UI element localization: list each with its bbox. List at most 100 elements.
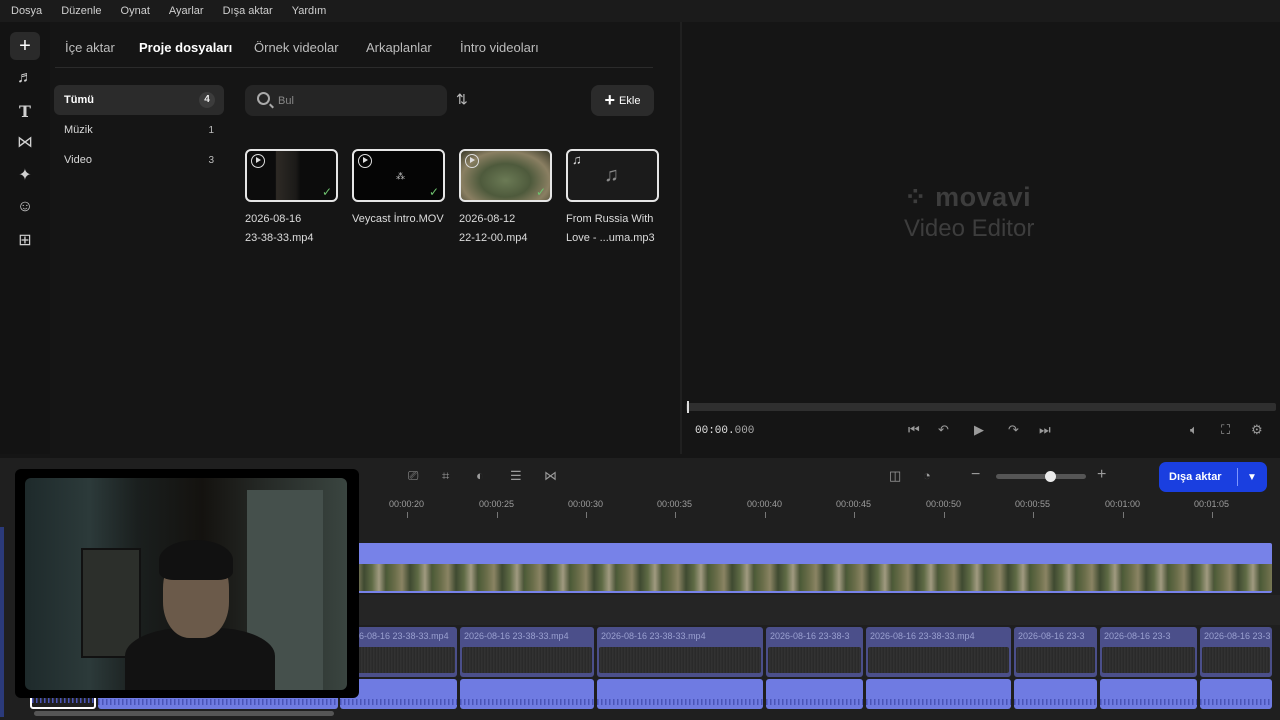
- skip-start-icon[interactable]: ⏮: [908, 422, 920, 438]
- add-button-label: Ekle: [619, 94, 641, 107]
- search-input[interactable]: [278, 92, 428, 110]
- timeline-clip[interactable]: 2026-08-16 23-38-33.mp4: [460, 627, 594, 677]
- zoom-out-icon[interactable]: −: [971, 466, 980, 484]
- timecode-main: 00:00.: [695, 425, 735, 437]
- empty-track[interactable]: [340, 595, 1280, 625]
- color-adjust-icon[interactable]: ◐: [476, 468, 484, 483]
- music-note-icon: ♫: [572, 152, 582, 167]
- menu-settings[interactable]: Ayarlar: [169, 5, 204, 17]
- tab-intro-videos[interactable]: İntro videoları: [460, 40, 539, 55]
- timeline-clip[interactable]: 2026-08-16 23-3: [1200, 627, 1272, 677]
- media-name: From Russia With Love - ...uma.mp3: [566, 213, 655, 244]
- timeline-clip[interactable]: 2026-08-16 23-3: [1100, 627, 1197, 677]
- audio-clip[interactable]: [766, 679, 863, 709]
- media-item[interactable]: ✓ 2026-08-16 23-38-33.mp4: [245, 149, 338, 248]
- tab-import[interactable]: İçe aktar: [65, 40, 115, 55]
- clip-waveform: [768, 647, 861, 673]
- audio-clip[interactable]: [597, 679, 763, 709]
- audio-clip[interactable]: [1100, 679, 1197, 709]
- crop-icon[interactable]: ⌗: [442, 468, 449, 484]
- audio-clip[interactable]: [866, 679, 1011, 709]
- text-icon[interactable]: T: [10, 97, 40, 125]
- clip-name: 2026-08-16 23-3: [1104, 631, 1171, 641]
- media-item[interactable]: ✓ 2026-08-12 22-12-00.mp4: [459, 149, 552, 248]
- overlay-track: 2026-08-16 23-38-33.mp4 2026-08-16 23-38…: [340, 627, 1280, 677]
- preview-scrubber[interactable]: [686, 401, 1276, 413]
- undo-step-icon[interactable]: ↶: [938, 422, 949, 438]
- menu-edit[interactable]: Düzenle: [61, 5, 101, 17]
- fullscreen-icon[interactable]: ⛶: [1221, 422, 1230, 438]
- adjust-sliders-icon[interactable]: ☰: [510, 468, 522, 484]
- ruler-tick: 00:00:45: [836, 499, 872, 518]
- audio-clip[interactable]: [460, 679, 594, 709]
- timeline-clip[interactable]: 2026-08-16 23-38-33.mp4: [597, 627, 763, 677]
- add-button[interactable]: + Ekle: [591, 85, 654, 116]
- tab-project-files[interactable]: Proje dosyaları: [139, 40, 232, 55]
- ruler-tick: 00:01:00: [1105, 499, 1141, 518]
- category-all[interactable]: Tümü 4: [54, 85, 224, 115]
- sort-icon[interactable]: ⇅: [456, 91, 468, 108]
- menu-file[interactable]: Dosya: [11, 5, 42, 17]
- main-video-track-clip[interactable]: [340, 543, 1272, 593]
- audio-clip[interactable]: [1200, 679, 1272, 709]
- play-icon[interactable]: ▶: [974, 422, 984, 438]
- export-button[interactable]: Dışa aktar ▼: [1159, 462, 1267, 492]
- split-audio-icon[interactable]: ◫: [889, 468, 901, 484]
- ruler-tick: 00:00:30: [568, 499, 604, 518]
- media-name: Veycast İntro.MOV: [352, 213, 444, 225]
- volume-icon[interactable]: 🔈︎: [1190, 422, 1198, 438]
- menu-export[interactable]: Dışa aktar: [223, 5, 273, 17]
- clip-name: 2026-08-16 23-38-33.mp4: [344, 631, 449, 641]
- skip-end-icon[interactable]: ⏭: [1039, 422, 1051, 438]
- settings-gear-icon[interactable]: ⚙: [1251, 422, 1263, 438]
- scrubber-handle[interactable]: [687, 401, 689, 413]
- check-icon: ✓: [535, 185, 546, 199]
- tab-sample-videos[interactable]: Örnek videolar: [254, 40, 339, 55]
- zoom-slider-handle[interactable]: [1045, 471, 1056, 482]
- media-item[interactable]: ♫ ♫ From Russia With Love - ...uma.mp3: [566, 149, 659, 248]
- audio-clip[interactable]: [1014, 679, 1097, 709]
- timeline-clip[interactable]: 2026-08-16 23-38-33.mp4: [866, 627, 1011, 677]
- plus-icon[interactable]: +: [10, 32, 40, 60]
- category-label: Müzik: [64, 124, 93, 136]
- check-icon: ✓: [428, 185, 439, 199]
- timeline-clip[interactable]: 2026-08-16 23-3: [1014, 627, 1097, 677]
- magic-wand-icon[interactable]: ✦: [10, 161, 40, 189]
- sticker-icon[interactable]: ☺: [10, 193, 40, 221]
- menu-bar: Dosya Düzenle Oynat Ayarlar Dışa aktar Y…: [0, 0, 1280, 22]
- clip-waveform: [462, 647, 592, 673]
- menu-help[interactable]: Yardım: [292, 5, 327, 17]
- clip-name: 2026-08-16 23-38-33.mp4: [601, 631, 706, 641]
- redo-step-icon[interactable]: ↷: [1008, 422, 1019, 438]
- transition-icon[interactable]: ⋈: [544, 468, 557, 484]
- media-name: 2026-08-12 22-12-00.mp4: [459, 213, 528, 244]
- ruler-tick: 00:01:05: [1194, 499, 1230, 518]
- timeline-scrollbar[interactable]: [34, 711, 334, 716]
- zoom-in-icon[interactable]: +: [1097, 466, 1106, 484]
- search-box: [245, 85, 447, 116]
- tab-backgrounds[interactable]: Arkaplanlar: [366, 40, 432, 55]
- category-count: 3: [208, 154, 214, 166]
- marker-icon[interactable]: ◔: [923, 468, 931, 483]
- transition-icon[interactable]: ⋈: [10, 128, 40, 156]
- play-icon: [358, 154, 372, 168]
- preview-timecode: 00:00.000: [695, 425, 754, 437]
- more-tools-icon[interactable]: ⊞: [10, 226, 40, 254]
- menu-play[interactable]: Oynat: [121, 5, 150, 17]
- ruler-tick: 00:00:35: [657, 499, 693, 518]
- zoom-slider[interactable]: [996, 474, 1086, 479]
- webcam-overlay: [15, 469, 359, 698]
- media-item[interactable]: ⁂ ✓ Veycast İntro.MOV: [352, 149, 445, 229]
- clip-waveform: [868, 647, 1009, 673]
- webcam-video: [25, 478, 347, 690]
- check-icon: ✓: [321, 185, 332, 199]
- music-note-icon[interactable]: ♬: [10, 64, 40, 92]
- chevron-down-icon[interactable]: ▼: [1238, 472, 1257, 483]
- tool-sidebar: + ♬ T ⋈ ✦ ☺ ⊞: [0, 22, 50, 454]
- tab-divider: [55, 67, 653, 68]
- media-thumbnail: ⁂ ✓: [352, 149, 445, 202]
- timeline-clip[interactable]: 2026-08-16 23-38-3: [766, 627, 863, 677]
- caption-icon[interactable]: ⎚: [408, 468, 418, 484]
- category-music[interactable]: Müzik 1: [54, 115, 224, 145]
- category-video[interactable]: Video 3: [54, 145, 224, 175]
